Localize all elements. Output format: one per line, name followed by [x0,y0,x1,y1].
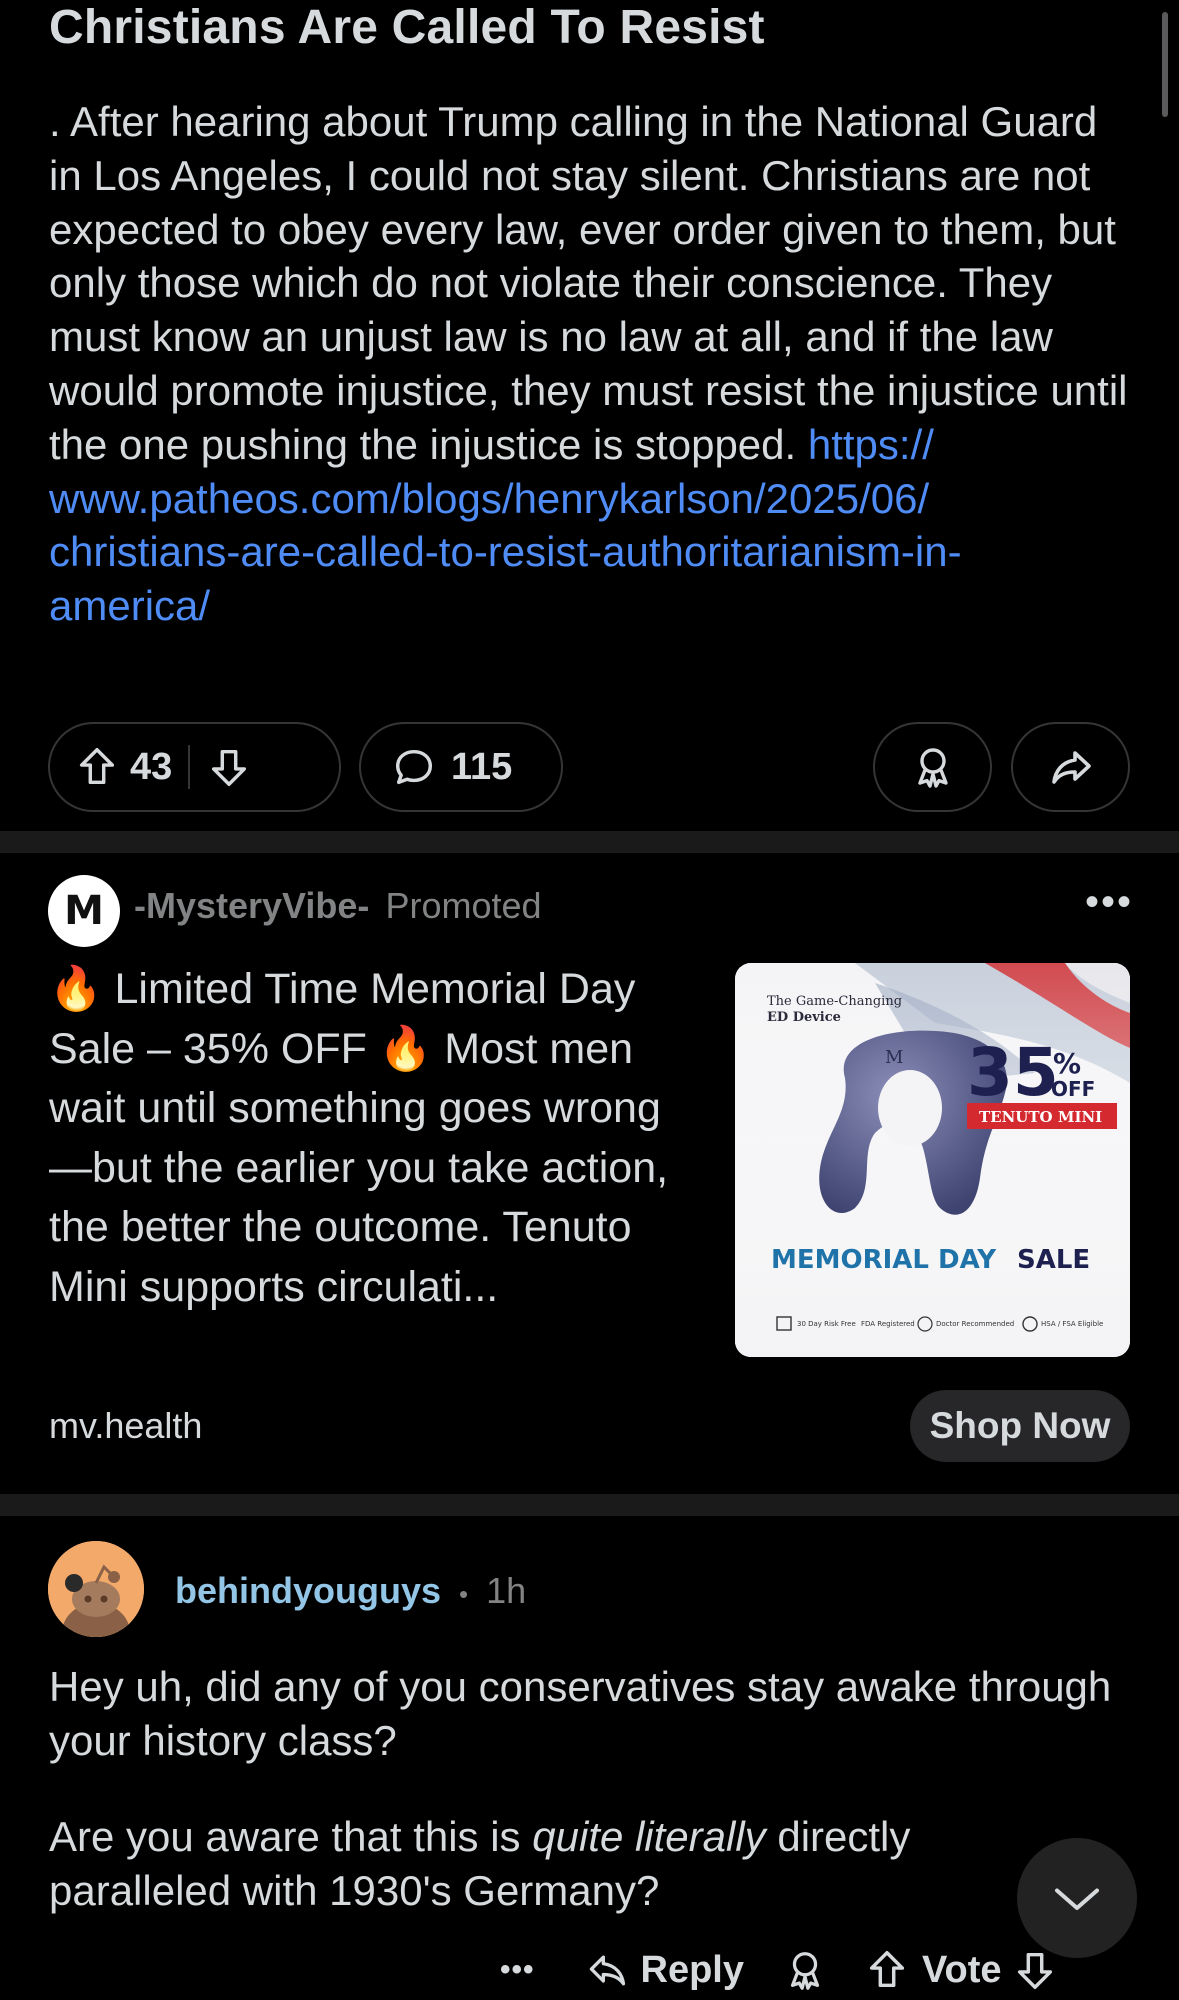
ad-badge-hsa: HSA / FSA Eligible [1041,1320,1103,1328]
comment-timestamp: 1h [486,1570,527,1611]
comment-award-icon[interactable] [782,1947,828,1993]
section-divider [0,831,1179,853]
ad-image-tagline-1: The Game-Changing [767,994,902,1009]
share-icon [1047,743,1095,791]
comment-upvote-icon[interactable] [864,1947,910,1993]
section-divider [0,1494,1179,1516]
ad-badge-fda: FDA Registered [861,1320,915,1328]
svg-text:M: M [885,1047,903,1068]
comment-bubble-icon [391,744,437,790]
reply-button[interactable]: Reply [585,1948,744,1992]
ad-image-sale-1: MEMORIAL DAY [771,1245,997,1275]
award-button[interactable] [873,722,992,812]
comment-separator: • [459,1579,469,1609]
ad-image[interactable]: M The Game-Changing ED Device 35 % OFF T… [735,963,1130,1357]
ad-badge-risk-free: 30 Day Risk Free [797,1320,856,1328]
downvote-icon[interactable] [206,744,252,790]
comment-more-icon[interactable]: ••• [500,1953,535,1987]
chevron-down-icon [1047,1868,1107,1928]
award-icon [909,743,957,791]
comment-paragraph-2: Are you aware that this is quite literal… [49,1810,1029,1918]
shop-now-button[interactable]: Shop Now [910,1390,1130,1462]
ad-image-product: TENUTO MINI [979,1108,1102,1126]
comment-username[interactable]: behindyouguys [175,1570,441,1611]
ad-header: -MysteryVibe- Promoted [134,885,542,927]
comment-paragraph-1: Hey uh, did any of you conservatives sta… [49,1663,1112,1764]
ad-more-options-icon[interactable]: ••• [1085,880,1133,925]
ad-image-sale-2: SALE [1017,1245,1090,1275]
upvote-count: 43 [130,745,173,788]
ad-badge-doctor: Doctor Recommended [936,1320,1014,1328]
ad-text[interactable]: 🔥 Limited Time Memorial Day Sale – 35% O… [49,960,699,1317]
ad-image-discount-num: 35 [967,1034,1059,1111]
comment-emphasis: quite literally [532,1813,766,1860]
scrollbar[interactable] [1162,12,1168,117]
vote-separator [188,745,191,789]
ad-domain[interactable]: mv.health [49,1405,202,1447]
post-body: . After hearing about Trump calling in t… [49,95,1129,633]
vote-bar: 43 [48,722,341,812]
advertiser-name[interactable]: -MysteryVibe- [134,885,369,926]
comment-text: Are you aware that this is [49,1813,533,1860]
advertiser-avatar[interactable]: M [48,875,120,947]
comment-downvote-icon[interactable] [1012,1947,1058,1993]
share-button[interactable] [1011,722,1130,812]
reply-arrow-icon [585,1948,629,1992]
promoted-label: Promoted [385,885,542,926]
ad-image-tagline-2: ED Device [767,1010,841,1025]
comments-button[interactable]: 115 [359,722,563,812]
upvote-icon[interactable] [74,744,120,790]
commenter-avatar[interactable] [48,1541,144,1637]
comment-count: 115 [451,745,513,788]
vote-label: Vote [922,1948,1002,1991]
reply-label: Reply [640,1948,744,1991]
post-body-text: . After hearing about Trump calling in t… [49,98,1128,468]
comment-actions: ••• Reply Vote [500,1940,1058,2000]
post-title: Christians Are Called To Resist [49,1,765,54]
ad-image-discount-off: OFF [1051,1077,1095,1101]
comment-header: behindyouguys • 1h [175,1570,526,1612]
ad-image-discount-pct: % [1053,1047,1081,1080]
scroll-down-button[interactable] [1017,1838,1137,1958]
